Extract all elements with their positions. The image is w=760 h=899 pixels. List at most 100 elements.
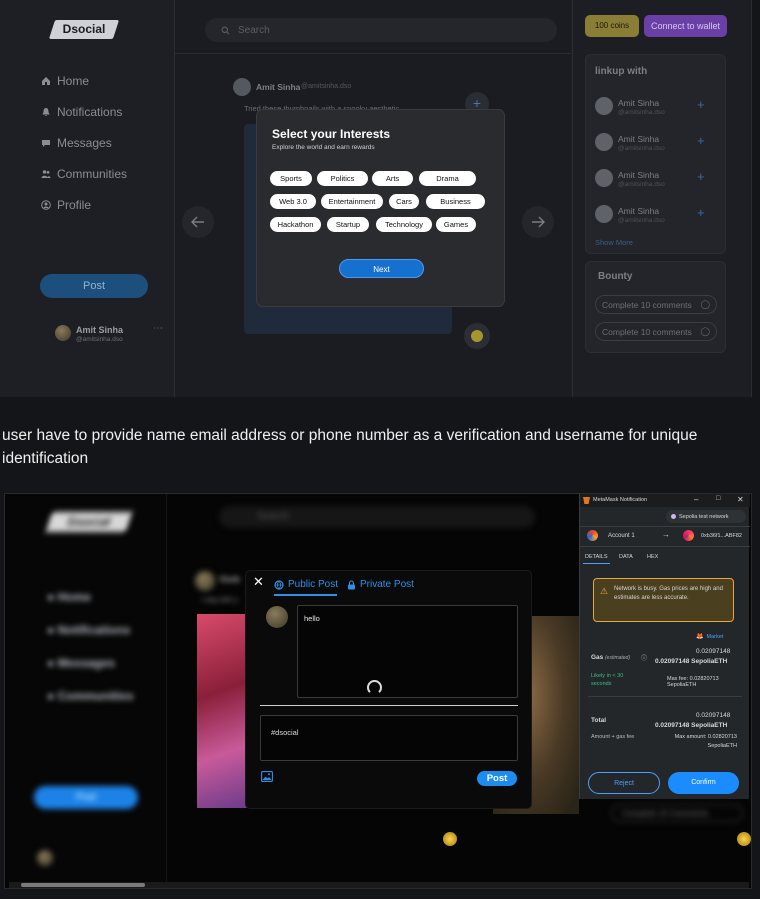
add-user-icon[interactable]: + [697,205,705,220]
add-user-icon[interactable]: + [697,169,705,184]
lock-icon [348,579,355,589]
gas-label: Gas [591,654,604,661]
fox-icon: 🦊 [696,634,704,640]
post-button[interactable]: Post [40,274,148,298]
maximize-icon[interactable]: □ [716,495,720,502]
tag-chip[interactable]: Technology [376,217,432,232]
nav-label: Profile [57,198,92,212]
more-options-icon[interactable]: ⋯ [153,323,163,334]
tab-hex[interactable]: HEX [647,554,658,560]
nav-label: Communities [57,689,134,703]
tag-chip[interactable]: Politics [317,171,368,186]
nav-communities[interactable]: Communities [41,167,127,181]
linkup-title: linkup with [595,66,648,77]
bounty-item[interactable]: Complete 10 comments ◯ [595,295,717,314]
nav-notifications[interactable]: ● Notifications [47,623,130,637]
bounty-title: Bounty [598,271,633,282]
post-button[interactable]: Post [34,786,138,809]
warning-text: Network is busy. Gas prices are high and… [614,586,723,601]
nav-home[interactable]: Home [41,74,89,88]
avatar[interactable] [55,325,71,341]
tab-details[interactable]: DETAILS [585,554,608,560]
feed-post-name: Vivek [219,575,240,584]
tag-chip[interactable]: Startup [327,217,369,232]
tag-chip[interactable]: Hackathon [270,217,321,232]
bounty-item[interactable]: Complete 10 comments ◯ [595,322,717,341]
linkup-user-name: Amit Sinha [618,98,660,108]
search-input[interactable]: Search [205,18,557,42]
nav-label: Notifications [57,623,131,637]
recipient-address: 0xb36f1...ABF82 [701,533,742,539]
bounty-item[interactable]: Complete 10 Comments [611,804,743,822]
image-upload-icon[interactable] [261,771,273,782]
post-text: hello [304,614,320,623]
linkup-user-name: Amit Sinha [618,170,660,180]
divider [175,53,571,54]
add-user-icon[interactable]: + [697,133,705,148]
avatar[interactable] [595,205,613,223]
user-name: Amit Sinha [76,325,124,335]
hashtag-input[interactable]: #dsocial [260,715,518,761]
hashtag-text: #dsocial [271,728,299,737]
avatar[interactable] [595,97,613,115]
tag-chip[interactable]: Arts [372,171,413,186]
tag-chip[interactable]: Web 3.0 [270,194,316,209]
tab-data[interactable]: DATA [619,554,633,560]
close-icon[interactable]: ✕ [253,574,264,590]
linkup-user-handle: @amitsinha.dso [618,181,665,188]
prev-arrow-icon[interactable] [182,206,214,238]
feed-avatar[interactable] [195,571,215,591]
search-input[interactable]: Search [219,506,535,528]
coin-button[interactable] [464,323,490,349]
coin-button[interactable] [737,832,751,846]
tab-private-post[interactable]: Private Post [347,579,414,590]
post-submit-button[interactable]: Post [477,771,517,786]
horizontal-scrollbar[interactable] [9,882,749,888]
close-window-icon[interactable]: ✕ [737,495,744,504]
next-button[interactable]: Next [339,259,424,278]
tag-chip[interactable]: Business [426,194,485,209]
dsocial-logo[interactable]: Dsocial [45,512,133,532]
tag-chip[interactable]: Cars [389,194,419,209]
modal-title: Select your Interests [272,127,391,141]
dsocial-logo[interactable]: Dsocial [48,20,120,39]
next-arrow-icon[interactable] [522,206,554,238]
nav-communities[interactable]: ● Communities [47,689,134,703]
nav-messages[interactable]: ● Messages [47,656,115,670]
minimize-icon[interactable]: – [694,495,698,504]
avatar[interactable] [595,133,613,151]
create-post-screenshot: Dsocial ● Home ● Notifications ● Message… [4,493,752,889]
market-link[interactable]: 🦊 Market [696,633,723,641]
avatar[interactable] [595,169,613,187]
nav-messages[interactable]: Messages [41,136,112,150]
gas-value-eth: 0.02097148 SepoliaETH [655,658,728,665]
divider [588,696,742,697]
nav-home[interactable]: ● Home [47,590,91,604]
network-selector[interactable]: Sepolia test network [666,510,746,523]
tag-chip[interactable]: Entertainment [321,194,383,209]
divider [580,546,750,547]
avatar[interactable] [266,606,288,628]
connect-wallet-button[interactable]: Connect to wallet [644,15,727,37]
scrollbar-thumb[interactable] [21,883,145,887]
nav-notifications[interactable]: Notifications [41,105,122,119]
check-circle-icon: ◯ [700,326,710,336]
show-more-link[interactable]: Show More [595,238,633,247]
globe-icon [274,579,284,590]
confirm-button[interactable]: Confirm [668,772,739,794]
tag-chip[interactable]: Games [436,217,476,232]
reject-button[interactable]: Reject [588,772,660,794]
add-user-icon[interactable]: + [697,97,705,112]
linkup-user-handle: @amitsinha.dso [618,217,665,224]
post-text-input[interactable]: hello [297,605,518,698]
feed-avatar[interactable] [233,78,251,96]
avatar[interactable] [37,850,53,866]
nav-profile[interactable]: Profile [41,198,91,212]
tab-label: Private Post [360,579,414,590]
tag-chip[interactable]: Sports [270,171,312,186]
linkup-user-handle: @amitsinha.dso [618,109,665,116]
coin-button[interactable] [443,832,457,846]
tab-public-post[interactable]: Public Post [274,579,338,590]
tag-chip[interactable]: Drama [419,171,476,186]
info-icon[interactable]: ⓘ [641,653,647,662]
